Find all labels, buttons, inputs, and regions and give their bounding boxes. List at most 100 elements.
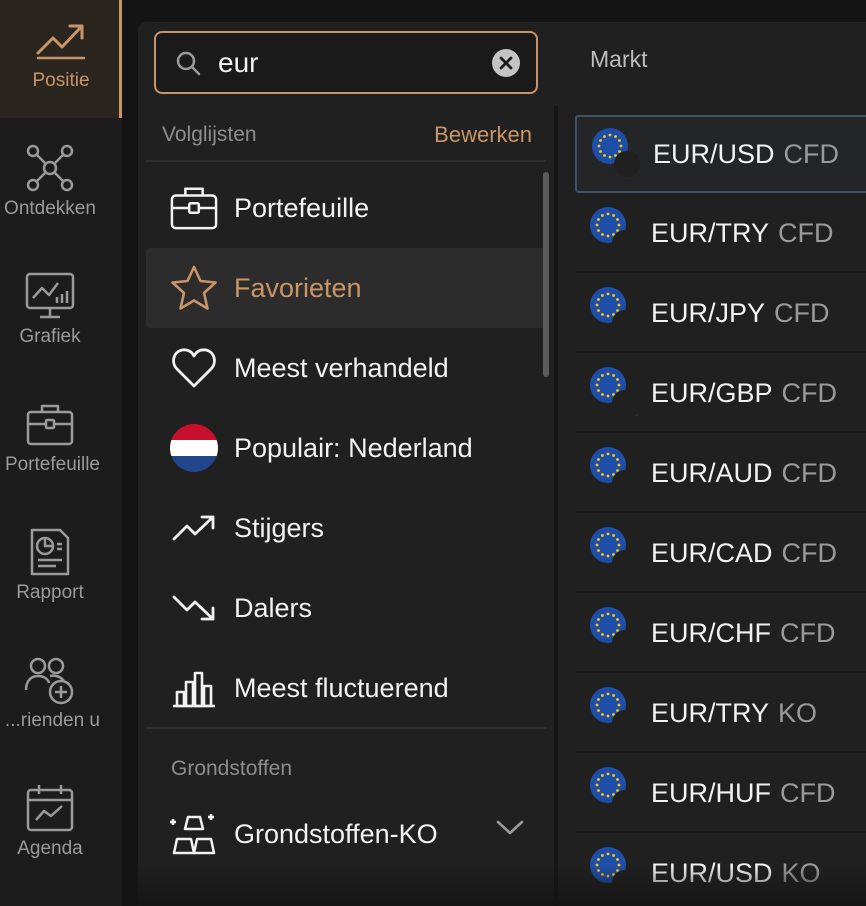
market-type: CFD — [781, 377, 838, 408]
star-icon — [168, 262, 220, 314]
nav-agenda[interactable]: Agenda — [0, 768, 100, 886]
nav-label: Agenda — [17, 838, 83, 859]
market-row[interactable]: EUR/TRY KO — [575, 675, 866, 753]
watchlist-item-portefeuille[interactable]: Portefeuille — [146, 168, 546, 248]
watchlist-scrollbar[interactable] — [543, 172, 549, 377]
calendar-icon — [22, 780, 78, 836]
nav-label: rienden u... — [4, 710, 100, 731]
currency-pair-flag-icon — [589, 606, 641, 660]
market-row[interactable]: EUR/CAD CFD — [575, 515, 866, 593]
market-symbol: EUR/CHF — [651, 617, 771, 648]
watchlists-header: Volglijsten Bewerken — [162, 120, 532, 150]
market-type: CFD — [781, 537, 838, 568]
trend-down-icon — [168, 582, 220, 634]
trend-up-icon — [11, 12, 111, 68]
clear-icon[interactable] — [492, 49, 520, 77]
currency-pair-flag-icon — [589, 766, 641, 820]
watchlist-item-meest-verhandeld[interactable]: Meest verhandeld — [146, 328, 546, 408]
search-icon — [175, 50, 201, 76]
market-symbol: EUR/USD — [653, 138, 775, 169]
market-type: CFD — [780, 617, 836, 648]
network-icon — [22, 140, 78, 196]
tab-markt[interactable]: Markt — [590, 46, 648, 73]
market-symbol: EUR/TRY — [651, 697, 770, 728]
watchlist-label: Portefeuille — [234, 192, 370, 223]
market-type: KO — [778, 697, 818, 728]
app-window: Positie Ontdekken Grafiek Portefeuille R — [0, 0, 866, 906]
currency-pair-flag-icon — [589, 686, 641, 740]
chevron-down-icon[interactable] — [496, 820, 524, 841]
nav-portefeuille[interactable]: Portefeuille — [0, 384, 100, 502]
watchlist-label: Meest verhandeld — [234, 352, 449, 383]
watchlist-label: Meest fluctuerend — [234, 672, 449, 703]
nav-label: Ontdekken — [4, 198, 96, 219]
watchlist-label: Stijgers — [234, 512, 325, 543]
currency-pair-flag-icon — [589, 286, 641, 340]
briefcase-icon — [168, 182, 220, 234]
section-title-grondstoffen: Grondstoffen — [171, 757, 293, 780]
add-friend-icon — [22, 652, 78, 708]
market-row[interactable]: EUR/GBP CFD — [575, 355, 866, 433]
watchlist-item-populair-nederland[interactable]: Populair: Nederland — [146, 408, 546, 488]
watchlist-label: Favorieten — [234, 272, 362, 303]
bar-chart-icon — [168, 662, 220, 714]
heart-icon — [168, 342, 220, 394]
market-row[interactable]: EUR/CHF CFD — [575, 595, 866, 673]
market-symbol: EUR/TRY — [651, 217, 770, 248]
search-input[interactable]: eur — [218, 47, 258, 79]
market-row[interactable]: EUR/JPY CFD — [575, 275, 866, 353]
currency-pair-flag-icon — [589, 366, 641, 420]
column-separator — [554, 106, 558, 906]
market-type: CFD — [780, 777, 836, 808]
nav-vrienden[interactable]: rienden u... — [0, 640, 100, 758]
currency-pair-flag-icon — [589, 206, 641, 260]
watchlist-label: Populair: Nederland — [234, 432, 473, 463]
nav-positie[interactable]: Positie — [0, 0, 122, 118]
market-symbol: EUR/AUD — [651, 457, 773, 488]
watchlist-item-meest-fluctuerend[interactable]: Meest fluctuerend — [146, 648, 546, 728]
market-symbol: EUR/JPY — [651, 297, 766, 328]
currency-pair-flag-icon — [589, 846, 641, 900]
currency-pair-flag-icon — [589, 526, 641, 580]
nav-label: Grafiek — [19, 326, 81, 347]
nav-ontdekken[interactable]: Ontdekken — [0, 128, 100, 246]
watchlist-item-dalers[interactable]: Dalers — [146, 568, 546, 648]
market-symbol: EUR/CAD — [651, 537, 773, 568]
market-symbol: EUR/GBP — [651, 377, 773, 408]
watchlist-label: Dalers — [234, 592, 313, 623]
report-icon — [22, 524, 78, 580]
nav-grafiek[interactable]: Grafiek — [0, 256, 100, 374]
nav-label: Positie — [32, 70, 90, 91]
market-row[interactable]: EUR/USD KO — [575, 835, 866, 906]
market-symbol: EUR/USD — [651, 857, 773, 888]
divider — [146, 160, 546, 162]
nav-rapport[interactable]: Rapport — [0, 512, 100, 630]
market-type: KO — [781, 857, 821, 888]
currency-pair-flag-icon — [591, 127, 643, 181]
watchlist-item-favorieten[interactable]: Favorieten — [146, 248, 546, 328]
watchlists-title: Volglijsten — [162, 123, 257, 146]
divider — [146, 727, 546, 729]
market-row[interactable]: EUR/HUF CFD — [575, 755, 866, 833]
market-type: CFD — [783, 138, 840, 169]
search-box[interactable]: eur — [154, 31, 538, 94]
netherlands-flag-icon — [168, 422, 220, 474]
market-symbol: EUR/HUF — [651, 777, 771, 808]
watchlist-item-grondstoffen-ko[interactable]: Grondstoffen-KO — [146, 794, 546, 874]
watchlist-label: Grondstoffen-KO — [234, 818, 438, 849]
market-row[interactable]: EUR/USD CFD — [575, 115, 866, 193]
nav-label: Portefeuille — [4, 454, 100, 475]
search-panel: eur Markt Volglijsten Bewerken Portefeui… — [138, 22, 866, 906]
market-row[interactable]: EUR/TRY CFD — [575, 195, 866, 273]
chart-monitor-icon — [22, 268, 78, 324]
currency-pair-flag-icon — [589, 446, 641, 500]
market-type: CFD — [774, 297, 830, 328]
market-row[interactable]: EUR/AUD CFD — [575, 435, 866, 513]
market-type: CFD — [778, 217, 834, 248]
gold-bars-icon — [168, 808, 220, 860]
briefcase-icon — [22, 396, 78, 452]
edit-button[interactable]: Bewerken — [434, 122, 532, 148]
watchlist-item-stijgers[interactable]: Stijgers — [146, 488, 546, 568]
trend-up-icon — [168, 502, 220, 554]
market-type: CFD — [781, 457, 838, 488]
